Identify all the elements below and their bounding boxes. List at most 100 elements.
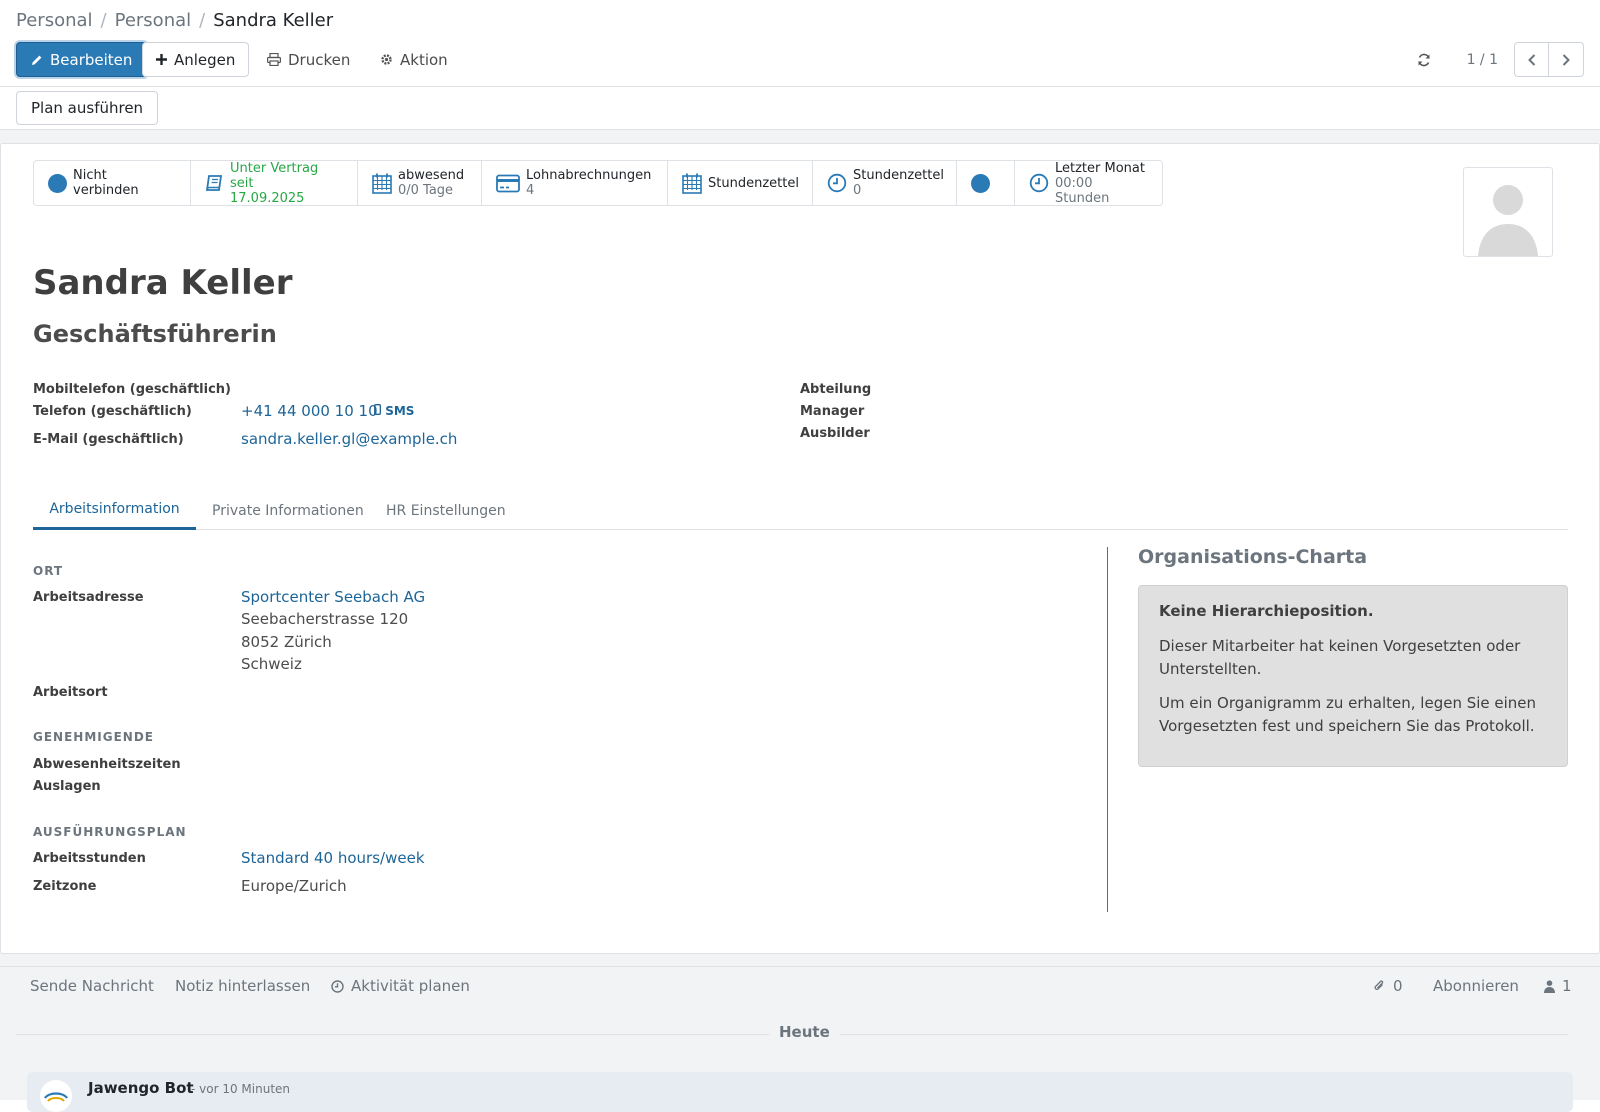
timesheet2-count: 0 (853, 183, 862, 198)
credit-card-icon (496, 174, 520, 192)
work-address-company[interactable]: Sportcenter Seebach AG (241, 588, 425, 606)
pencil-icon (32, 55, 42, 65)
bot-avatar[interactable] (40, 1080, 72, 1112)
location-section-title: ORT (33, 564, 64, 578)
refresh-icon[interactable] (1417, 53, 1431, 67)
org-chart-empty-box: Keine Hierarchieposition. Dieser Mitarbe… (1138, 585, 1568, 767)
follow-label: Abonnieren (1433, 977, 1519, 995)
log-note-button[interactable]: Notiz hinterlassen (175, 977, 310, 995)
timesheet-label: Stundenzettel (708, 175, 799, 191)
timesheet-count-smart-button[interactable]: Stundenzettel 0 (813, 161, 957, 205)
work-address-country: Schweiz (241, 655, 302, 673)
notebook-tabs: Arbeitsinformation Private Informationen… (33, 491, 1568, 530)
pager-previous-button[interactable] (1514, 42, 1549, 77)
schedule-activity-button[interactable]: Aktivität planen (331, 977, 470, 995)
timezone-label: Zeitzone (33, 879, 97, 894)
timeoff-smart-button[interactable]: abwesend 0/0 Tage (358, 161, 482, 205)
schedule-section-title: AUSFÜHRUNGSPLAN (33, 825, 187, 839)
clock-icon (1029, 173, 1049, 193)
print-button[interactable]: Drucken (259, 42, 358, 77)
status-dot-icon (971, 173, 990, 193)
org-chart-text: Dieser Mitarbeiter hat keinen Vorgesetzt… (1159, 637, 1521, 678)
tab-private-information[interactable]: Private Informationen (212, 491, 364, 530)
breadcrumb-item[interactable]: Personal (16, 10, 93, 31)
edit-button-label: Bearbeiten (50, 50, 133, 69)
timezone-value[interactable]: Europe/Zurich (241, 877, 347, 895)
connect-label: Nicht verbinden (73, 168, 139, 198)
manager-label: Manager (800, 404, 865, 419)
attachments-count: 0 (1393, 977, 1403, 995)
org-chart-hint: Um ein Organigramm zu erhalten, legen Si… (1159, 694, 1537, 735)
sms-button[interactable]: SMS (374, 404, 414, 418)
followers-button[interactable]: 1 (1544, 977, 1572, 995)
attachments-button[interactable]: 0 (1373, 977, 1403, 995)
plus-icon (156, 54, 167, 65)
pager-value[interactable]: 1 / 1 (1467, 52, 1498, 68)
message-author[interactable]: Jawengo Bot (88, 1079, 194, 1097)
work-address-street: Seebacherstrasse 120 (241, 610, 409, 628)
pager: 1 / 1 (1417, 42, 1584, 77)
contract-label: Unter Vertrag seit (230, 160, 319, 191)
edit-button[interactable]: Bearbeiten (16, 42, 148, 77)
send-message-button[interactable]: Sende Nachricht (30, 977, 154, 995)
payslips-smart-button[interactable]: Lohnabrechnungen 4 (482, 161, 668, 205)
lastmonth-value: 00:00 Stunden (1055, 175, 1110, 206)
status-smart-button[interactable] (957, 161, 1015, 205)
log-note-label: Notiz hinterlassen (175, 977, 311, 995)
work-address-city: 8052 Zürich (241, 633, 332, 651)
tab-hr-settings[interactable]: HR Einstellungen (386, 491, 506, 530)
create-button-label: Anlegen (174, 50, 236, 69)
email-label: E-Mail (geschäftlich) (33, 432, 184, 447)
contract-date: 17.09.2025 (230, 190, 305, 206)
print-button-label: Drucken (288, 50, 351, 69)
launch-plan-button[interactable]: Plan ausführen (16, 91, 159, 125)
follow-button[interactable]: Abonnieren (1433, 977, 1519, 995)
absent-label: abwesend (398, 168, 465, 183)
action-button[interactable]: Aktion (372, 42, 456, 77)
employee-avatar[interactable] (1463, 167, 1553, 257)
message-time: - vor 10 Minuten (191, 1082, 291, 1096)
status-dot-icon (48, 173, 67, 193)
send-message-label: Sende Nachricht (30, 977, 154, 995)
chevron-left-icon (1527, 53, 1535, 66)
breadcrumb-item[interactable]: Personal (115, 10, 192, 31)
schedule-activity-label: Aktivität planen (351, 977, 470, 995)
working-hours-value[interactable]: Standard 40 hours/week (241, 849, 425, 867)
working-hours-label: Arbeitsstunden (33, 851, 146, 866)
email-value[interactable]: sandra.keller.gl@example.ch (241, 430, 457, 448)
button-box: Nicht verbinden Unter Vertrag seit 17.09.… (33, 160, 1163, 206)
pager-next-button[interactable] (1549, 42, 1584, 77)
followers-count: 1 (1562, 977, 1572, 995)
calendar-icon (372, 173, 392, 194)
employee-job-title[interactable]: Geschäftsführerin (33, 320, 277, 348)
breadcrumb-current: Sandra Keller (213, 10, 334, 31)
work-location-label: Arbeitsort (33, 685, 108, 700)
department-label: Abteilung (800, 382, 872, 397)
paperclip-icon (1374, 980, 1384, 990)
last-month-smart-button[interactable]: Letzter Monat 00:00 Stunden (1015, 160, 1162, 206)
timesheet-smart-button[interactable]: Stundenzettel (668, 161, 813, 205)
coach-label: Ausbilder (800, 426, 870, 441)
phone-value[interactable]: +41 44 000 10 10 (241, 402, 378, 420)
expense-approver-label: Auslagen (33, 779, 101, 794)
approvers-section-title: GENEHMIGENDE (33, 730, 154, 744)
tab-work-information[interactable]: Arbeitsinformation (33, 491, 196, 530)
employee-name[interactable]: Sandra Keller (33, 263, 292, 303)
printer-icon (267, 53, 281, 66)
create-button[interactable]: Anlegen (142, 42, 250, 77)
timesheet2-label: Stundenzettel (853, 168, 944, 183)
connect-smart-button[interactable]: Nicht verbinden (34, 161, 191, 205)
gear-icon (381, 54, 392, 65)
action-button-label: Aktion (400, 50, 448, 69)
user-icon (1544, 979, 1555, 993)
org-chart-title: Organisations-Charta (1138, 546, 1368, 568)
date-separator-label: Heute (769, 1023, 840, 1041)
org-chart-heading: Keine Hierarchieposition. (1159, 602, 1374, 620)
mobile-icon (374, 404, 381, 415)
calendar-icon (682, 173, 702, 194)
lastmonth-label: Letzter Monat (1055, 160, 1145, 176)
book-icon (205, 174, 223, 191)
contract-smart-button[interactable]: Unter Vertrag seit 17.09.2025 (191, 160, 358, 206)
launch-plan-label: Plan ausführen (31, 99, 144, 117)
status-bar (0, 86, 1600, 130)
